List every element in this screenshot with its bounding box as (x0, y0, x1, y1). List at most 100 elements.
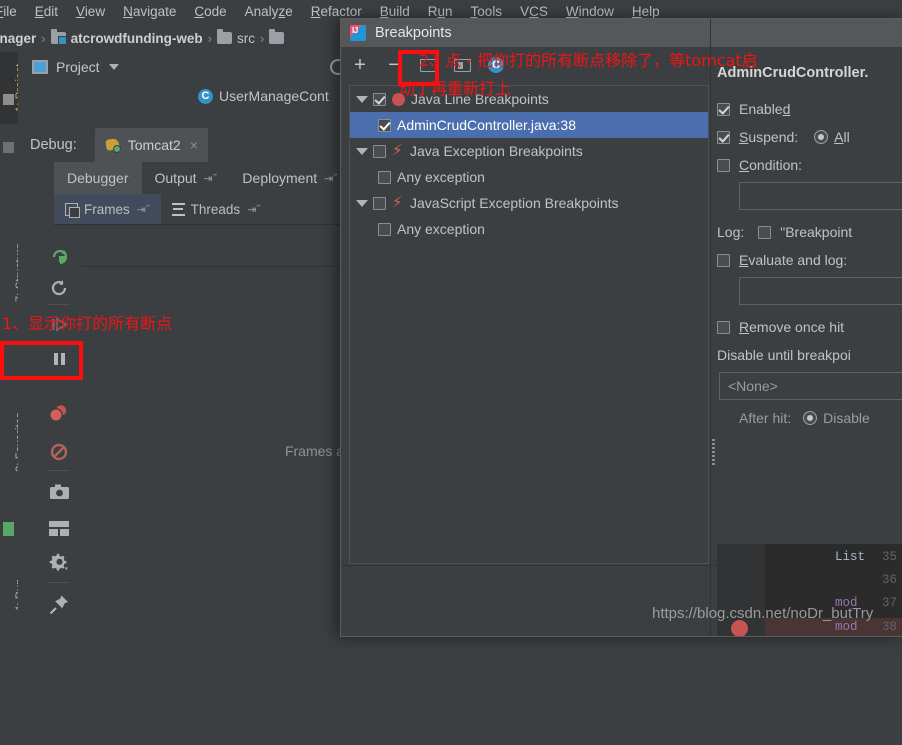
evaluate-and-log-checkbox[interactable] (717, 254, 730, 267)
menu-item-code[interactable]: Code (185, 0, 235, 24)
breadcrumb-item-src[interactable]: src (217, 24, 255, 52)
condition-input[interactable] (739, 182, 902, 210)
pin-icon: ⇥˝ (247, 203, 260, 216)
breakpoint-properties-panel: AdminCrudController. Enabled Suspend: Al… (717, 65, 902, 565)
breadcrumb-item-module[interactable]: anager (0, 24, 36, 52)
tab-label: Deployment (242, 170, 317, 186)
breakpoint-checkbox[interactable] (378, 171, 391, 184)
menu-item-file[interactable]: File (0, 0, 26, 24)
pin-icon[interactable] (45, 590, 73, 618)
condition-row[interactable]: Condition: (717, 151, 902, 179)
enabled-row[interactable]: Enabled (717, 95, 902, 123)
remove-once-hit-row[interactable]: Remove once hit (717, 313, 902, 341)
breadcrumb-separator: › (41, 31, 45, 46)
strip-run-indicator (3, 522, 14, 536)
condition-label: Condition: (739, 157, 802, 173)
tree-item-any-exception-java[interactable]: Any exception (350, 164, 708, 190)
line-number: 35 (882, 550, 897, 564)
log-message-checkbox[interactable] (758, 226, 771, 239)
remove-once-hit-checkbox[interactable] (717, 321, 730, 334)
annotation-note-1: 1、显示你打的所有断点 (2, 310, 172, 334)
breadcrumb-label: atcrowdfunding-web (71, 31, 203, 46)
suspend-checkbox[interactable] (717, 131, 730, 144)
tree-item-admincrudcontroller[interactable]: AdminCrudController.java:38 (350, 112, 708, 138)
line-number: 37 (882, 596, 897, 610)
plus-icon: + (354, 55, 366, 75)
layout-icon[interactable] (45, 514, 73, 542)
suspend-all-radio[interactable] (814, 130, 828, 144)
add-breakpoint-button[interactable]: + (345, 50, 375, 80)
tab-output[interactable]: Output ⇥˝ (142, 162, 230, 194)
annotation-note-2-line1: 2、点 - 把你打的所有断点移除了，等tomcat启 (419, 47, 758, 71)
suspend-label: Suspend: (739, 129, 798, 145)
menu-item-view[interactable]: View (67, 0, 114, 24)
expander-icon[interactable] (356, 96, 368, 103)
tree-group-java-exception-breakpoints[interactable]: ⚡ Java Exception Breakpoints (350, 138, 708, 164)
watermark-text: https://blog.csdn.net/noDr_butTry (652, 605, 873, 622)
breadcrumb-item-next[interactable] (269, 24, 289, 52)
toolbar-divider (48, 304, 70, 305)
breakpoint-dot-icon[interactable] (731, 620, 748, 637)
tab-debugger[interactable]: Debugger (54, 162, 142, 194)
splitter-grip-icon[interactable] (712, 439, 715, 467)
threads-icon (172, 203, 185, 216)
remove-once-hit-label: Remove once hit (739, 319, 844, 335)
tree-group-javascript-exception-breakpoints[interactable]: ⚡ JavaScript Exception Breakpoints (350, 190, 708, 216)
dialog-title-bar: Breakpoints (341, 19, 902, 47)
breakpoint-checkbox[interactable] (378, 223, 391, 236)
suspend-all-label: All (834, 129, 850, 145)
breakpoints-tree[interactable]: Java Line Breakpoints AdminCrudControlle… (349, 85, 709, 564)
strip-marker-icon (3, 94, 14, 105)
enabled-checkbox[interactable] (717, 103, 730, 116)
condition-checkbox[interactable] (717, 159, 730, 172)
camera-icon[interactable] (45, 478, 73, 506)
menu-item-analyze[interactable]: Analyze (236, 0, 302, 24)
intellij-icon (350, 25, 366, 41)
line-number: 38 (882, 620, 897, 634)
close-icon[interactable]: × (190, 137, 198, 153)
evaluate-and-log-input[interactable] (739, 277, 902, 305)
code-line: mod (835, 620, 858, 634)
group-checkbox[interactable] (373, 197, 386, 210)
chevron-down-icon[interactable] (109, 64, 119, 70)
breadcrumb-label: anager (0, 31, 36, 46)
evaluate-and-log-row[interactable]: Evaluate and log: (717, 246, 902, 274)
restart-icon[interactable] (45, 274, 73, 302)
class-icon: C (198, 89, 213, 104)
disable-until-value: <None> (728, 378, 778, 394)
folder-icon (217, 32, 232, 44)
tab-label: Threads (191, 202, 241, 217)
breadcrumb-item-atcrowdfunding-web[interactable]: atcrowdfunding-web (51, 24, 203, 52)
tree-item-label: Any exception (397, 221, 485, 237)
breadcrumb-label: src (237, 31, 255, 46)
log-row[interactable]: Log: "Breakpoint (717, 218, 902, 246)
after-hit-disable-radio[interactable] (803, 411, 817, 425)
suspend-row[interactable]: Suspend: All (717, 123, 902, 151)
rerun-icon[interactable] (45, 242, 73, 270)
breadcrumb-separator: › (208, 31, 212, 46)
menu-item-edit[interactable]: Edit (26, 0, 67, 24)
settings-icon[interactable] (45, 548, 73, 576)
expander-icon[interactable] (356, 200, 368, 207)
tab-deployment[interactable]: Deployment ⇥˝ (229, 162, 350, 194)
disable-until-combobox[interactable]: <None> (719, 372, 902, 400)
project-title: Project (56, 59, 100, 75)
group-checkbox[interactable] (373, 93, 386, 106)
log-label: Log: (717, 224, 744, 240)
mute-breakpoints-icon[interactable] (45, 438, 73, 466)
menu-item-navigate[interactable]: Navigate (114, 0, 185, 24)
debug-label: Debug: (30, 137, 77, 153)
breakpoint-checkbox[interactable] (378, 119, 391, 132)
after-hit-row[interactable]: After hit: Disable (739, 404, 902, 432)
tree-item-any-exception-js[interactable]: Any exception (350, 216, 708, 242)
editor-tab-label[interactable]: UserManageCont (219, 88, 329, 104)
folder-icon (51, 32, 66, 44)
tab-frames[interactable]: Frames ⇥˝ (54, 194, 161, 224)
dialog-title: Breakpoints (375, 25, 452, 41)
expander-icon[interactable] (356, 148, 368, 155)
group-checkbox[interactable] (373, 145, 386, 158)
debug-session-tab[interactable]: Tomcat2 × (95, 128, 208, 162)
view-breakpoints-icon[interactable] (45, 400, 73, 428)
tab-threads[interactable]: Threads ⇥˝ (161, 194, 271, 224)
disable-until-label: Disable until breakpoi (717, 347, 851, 363)
